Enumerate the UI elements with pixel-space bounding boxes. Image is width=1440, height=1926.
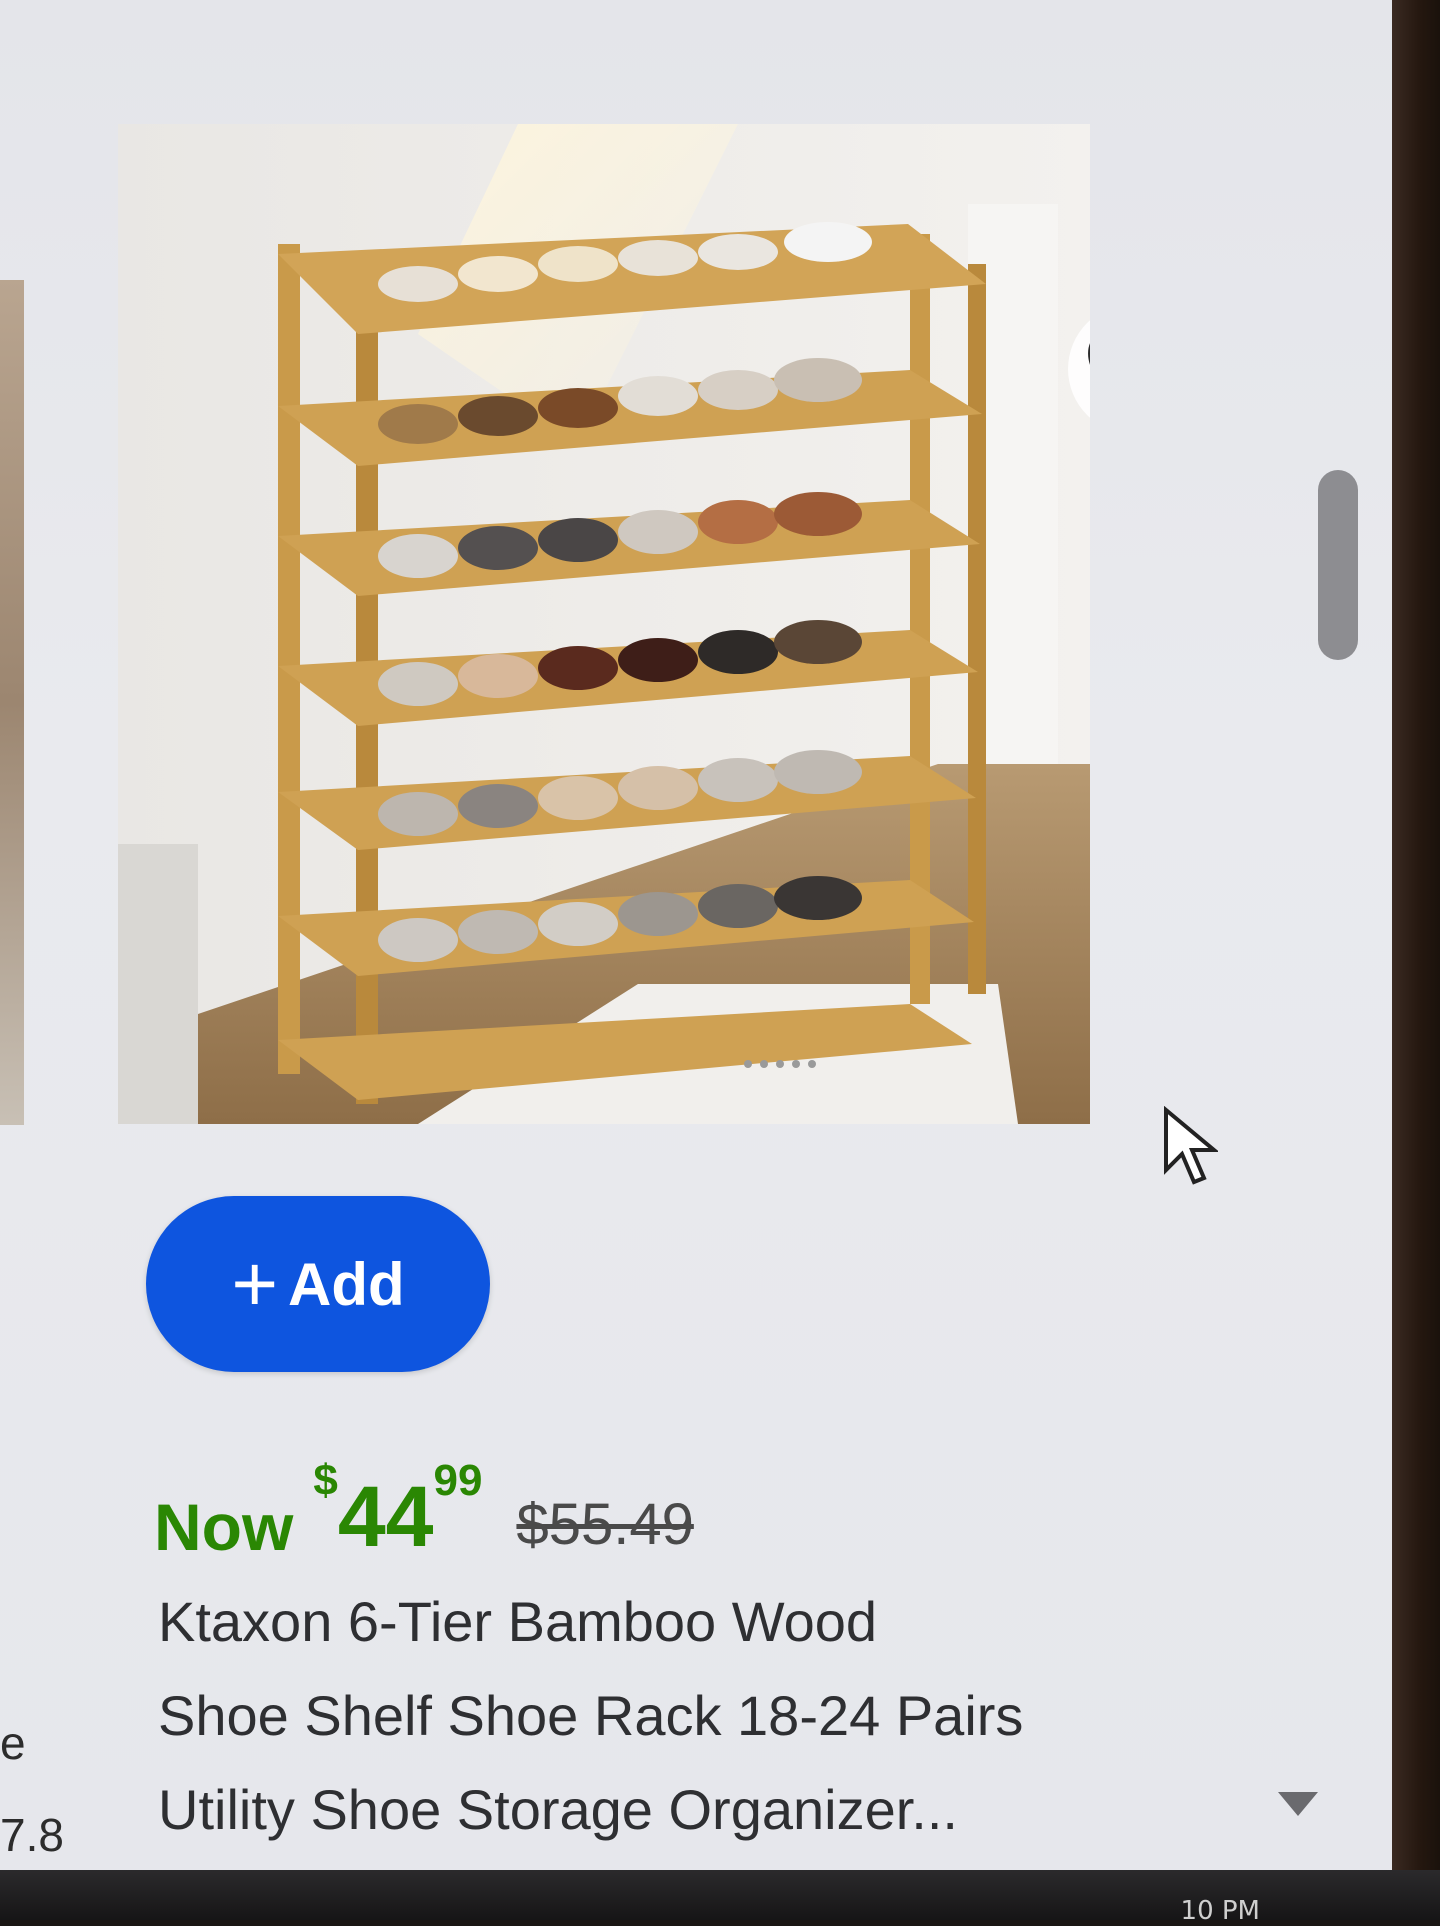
price-was: $55.49	[516, 1492, 694, 1557]
browser-viewport: e 7.8 + Add Now $ 44 99 $55.49 Ktaxon 6-…	[0, 0, 1392, 1870]
product-title-line-2: Shoe Shelf Shoe Rack 18-24 Pairs	[158, 1684, 1024, 1747]
heart-outline-icon	[1088, 343, 1090, 365]
mouse-pointer-icon	[1164, 1106, 1218, 1185]
previous-product-title-fragment: e	[0, 1717, 26, 1769]
price-block: Now $ 44 99 $55.49	[154, 1440, 694, 1560]
previous-product-rating-fragment: 7.8	[0, 1809, 64, 1861]
product-image[interactable]	[118, 124, 1090, 1124]
plus-icon: +	[231, 1239, 279, 1328]
add-button-label: Add	[288, 1250, 405, 1318]
price-whole: 44	[337, 1469, 434, 1565]
scroll-down-arrow-icon[interactable]	[1278, 1792, 1318, 1816]
price-currency: $	[313, 1456, 338, 1505]
product-title-line-1: Ktaxon 6-Tier Bamboo Wood	[158, 1590, 878, 1653]
product-title-link[interactable]: Ktaxon 6-Tier Bamboo Wood Shoe Shelf Sho…	[158, 1575, 1118, 1857]
product-title-line-3: Utility Shoe Storage Organizer...	[158, 1778, 958, 1841]
price-cents: 99	[433, 1456, 483, 1505]
add-to-cart-button[interactable]: + Add	[146, 1196, 490, 1372]
taskbar-clock: 10 PM	[1180, 1896, 1260, 1926]
previous-product-image-edge[interactable]	[0, 280, 24, 1125]
monitor-bezel-right	[1392, 0, 1440, 1920]
price-now-label: Now	[154, 1490, 294, 1564]
shoe-rack-illustration	[118, 124, 1090, 1124]
scrollbar-thumb[interactable]	[1318, 470, 1358, 660]
